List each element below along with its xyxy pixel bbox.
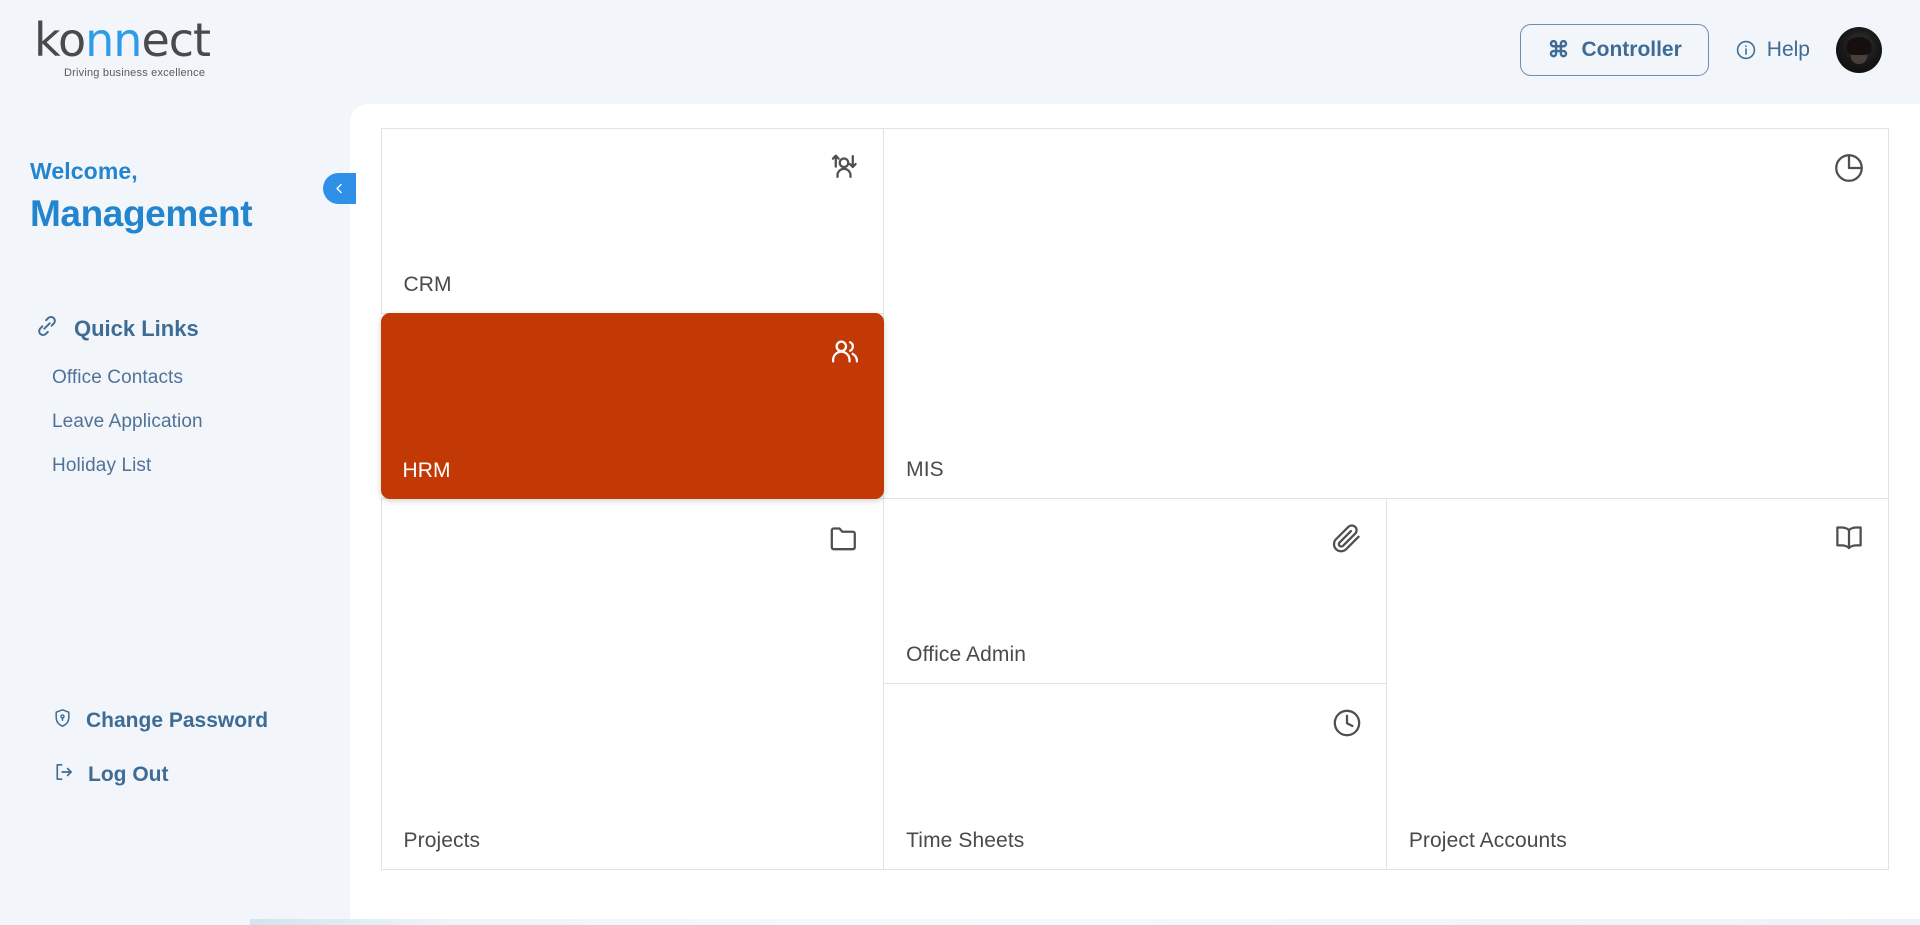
module-tile-label: Office Admin [906,643,1027,667]
welcome-username: Management [30,193,253,234]
quick-links-list: Office Contacts Leave Application Holida… [52,367,352,477]
quick-links-header: Quick Links [34,313,352,345]
book-icon [1832,521,1866,555]
shield-key-icon [52,707,73,735]
horizontal-scrollbar[interactable] [250,919,1920,925]
paperclip-icon [1330,521,1364,555]
module-tile-label: Project Accounts [1408,828,1567,852]
controller-button-label: Controller [1581,38,1682,61]
help-link[interactable]: Help [1735,38,1810,62]
info-icon [1735,39,1757,61]
quick-link-holiday-list[interactable]: Holiday List [52,455,352,477]
pie-chart-icon [1832,151,1866,185]
brand-name-part1: ko [34,13,86,67]
welcome-greeting: Welcome, [30,158,138,184]
logout-icon [52,761,75,789]
sidebar-footer: Change Password Log Out [52,707,332,815]
module-tile-crm[interactable]: CRM [380,127,885,314]
change-password-label: Change Password [86,709,269,732]
module-tile-label: MIS [906,458,944,481]
logout-button[interactable]: Log Out [52,761,332,789]
module-tile-label: HRM [402,459,451,482]
user-transfer-icon [827,151,861,185]
module-tile-office-admin[interactable]: Office Admin [883,498,1387,685]
module-grid: CRM MIS HRM Projects Office Admin Projec… [380,127,1890,870]
quick-link-office-contacts[interactable]: Office Contacts [52,367,352,389]
module-tile-label: CRM [403,272,452,296]
link-chain-icon [34,313,60,345]
module-tile-project-accounts[interactable]: Project Accounts [1385,498,1890,870]
sidebar: Welcome, Management Quick Links Office C… [0,100,352,925]
brand-name-part2: ect [141,13,211,67]
header-actions: ⌘ Controller Help [1520,18,1882,82]
module-tile-projects[interactable]: Projects [380,498,885,870]
users-icon [828,335,862,369]
app-header: konnect Driving business excellence ⌘ Co… [0,0,1920,100]
module-tile-label: Projects [403,828,481,852]
main-panel: CRM MIS HRM Projects Office Admin Projec… [350,104,1920,925]
brand-name-accent: nn [85,13,142,67]
quick-link-leave-application[interactable]: Leave Application [52,411,352,433]
app-root: konnect Driving business excellence ⌘ Co… [0,0,1920,925]
brand-logo-text: konnect [34,17,254,63]
clock-icon [1330,706,1364,740]
module-tile-hrm[interactable]: HRM [380,312,885,499]
brand-tagline: Driving business excellence [64,67,206,79]
command-icon: ⌘ [1547,37,1570,62]
help-link-label: Help [1766,38,1810,61]
controller-button[interactable]: ⌘ Controller [1520,24,1709,76]
sidebar-collapse-button[interactable] [323,173,356,204]
change-password-button[interactable]: Change Password [52,707,332,735]
folder-icon [827,521,861,555]
quick-links-title: Quick Links [74,316,199,341]
logout-label: Log Out [88,763,169,786]
module-tile-time-sheets[interactable]: Time Sheets [883,683,1387,870]
module-tile-mis[interactable]: MIS [883,127,1890,499]
brand-logo[interactable]: konnect Driving business excellence [34,12,254,84]
module-tile-label: Time Sheets [906,828,1025,852]
avatar[interactable] [1836,27,1882,73]
